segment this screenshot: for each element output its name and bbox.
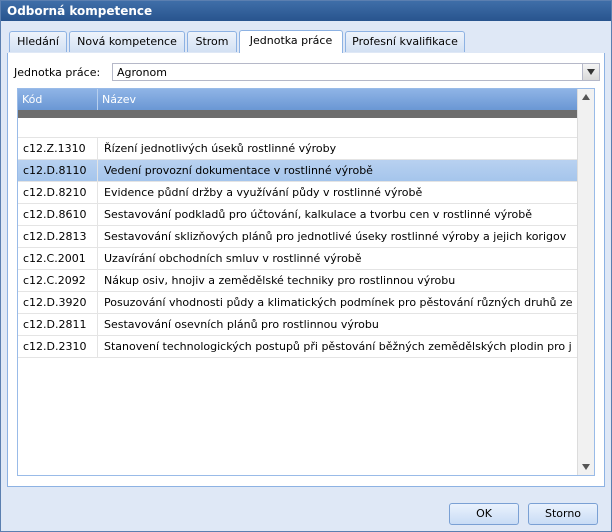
cell-nazev: Sestavování sklizňových plánů pro jednot… (104, 230, 567, 243)
cell-nazev: Evidence půdní držby a využívání půdy v … (104, 186, 423, 199)
tab-jednotka-prace[interactable]: Jednotka práce (239, 30, 343, 53)
dialog-window: Odborná kompetence Hledání Nová kompeten… (0, 0, 612, 532)
table-row[interactable]: c12.D.8610 Sestavování podkladů pro účtov… (18, 204, 579, 226)
cell-nazev: Nákup osiv, hnojiv a zemědělské techniky… (104, 274, 456, 287)
cell-nazev: Vedení provozní dokumentace v rostlinné … (104, 164, 373, 177)
dialog-title: Odborná kompetence (1, 1, 611, 21)
tab-panel: Jednotka práce: Agronom Kód Název c12.Z.… (7, 53, 605, 487)
cell-kod: c12.D.8210 (18, 182, 98, 203)
vertical-scrollbar[interactable] (577, 89, 594, 475)
cell-nazev: Stanovení technologických postupů při pě… (104, 340, 572, 353)
filter-row (18, 110, 579, 118)
tab-strom[interactable]: Strom (187, 31, 237, 52)
competence-grid: Kód Název c12.Z.1310 Řízení jednotlivých … (17, 88, 595, 476)
table-row[interactable]: c12.C.2001 Uzavírání obchodních smluv v r… (18, 248, 579, 270)
table-row[interactable]: c12.D.8110 Vedení provozní dokumentace v … (18, 160, 579, 182)
jednotka-prace-label: Jednotka práce: (14, 66, 101, 79)
cell-kod: c12.Z.1310 (18, 138, 98, 159)
chevron-down-icon[interactable] (582, 64, 599, 80)
column-header-nazev[interactable]: Název (98, 89, 579, 110)
table-row[interactable]: c12.C.2092 Nákup osiv, hnojiv a zemědělsk… (18, 270, 579, 292)
cell-kod: c12.D.3920 (18, 292, 98, 313)
jednotka-prace-combo[interactable]: Agronom (112, 63, 600, 81)
cell-nazev: Posuzování vhodnosti půdy a klimatických… (104, 296, 573, 309)
cell-kod: c12.D.8110 (18, 160, 98, 181)
table-row[interactable]: c12.D.8210 Evidence půdní držby a využívá… (18, 182, 579, 204)
table-row[interactable]: c12.Z.1310 Řízení jednotlivých úseků rost… (18, 138, 579, 160)
grid-header: Kód Název (18, 89, 579, 110)
tab-profesni-kvalifikace[interactable]: Profesní kvalifikace (345, 31, 465, 52)
cell-nazev: Řízení jednotlivých úseků rostlinné výro… (104, 142, 337, 155)
table-row[interactable]: c12.D.2310 Stanovení technologických post… (18, 336, 579, 358)
table-row[interactable]: c12.D.2811 Sestavování osevních plánů pro… (18, 314, 579, 336)
grid-rows: c12.Z.1310 Řízení jednotlivých úseků rost… (18, 118, 579, 358)
cell-kod: c12.D.2813 (18, 226, 98, 247)
cell-nazev: Uzavírání obchodních smluv v rostlinné v… (104, 252, 362, 265)
cell-kod: c12.C.2001 (18, 248, 98, 269)
ok-button[interactable]: OK (449, 503, 519, 525)
empty-row (18, 118, 579, 138)
cell-nazev: Sestavování podkladů pro účtování, kalku… (104, 208, 532, 221)
cell-kod: c12.C.2092 (18, 270, 98, 291)
tab-nova-kompetence[interactable]: Nová kompetence (69, 31, 185, 52)
cell-kod: c12.D.2310 (18, 336, 98, 357)
table-row[interactable]: c12.D.2813 Sestavování sklizňových plánů … (18, 226, 579, 248)
tab-strip: Hledání Nová kompetence Strom Jednotka p… (7, 29, 605, 54)
cell-nazev: Sestavování osevních plánů pro rostlinno… (104, 318, 379, 331)
table-row[interactable]: c12.D.3920 Posuzování vhodnosti půdy a kl… (18, 292, 579, 314)
cancel-button[interactable]: Storno (528, 503, 598, 525)
column-header-kod[interactable]: Kód (18, 89, 98, 110)
tab-hledani[interactable]: Hledání (9, 31, 67, 52)
scroll-down-icon[interactable] (578, 459, 594, 475)
jednotka-prace-value: Agronom (117, 66, 167, 79)
cell-kod: c12.D.2811 (18, 314, 98, 335)
cell-kod: c12.D.8610 (18, 204, 98, 225)
scroll-up-icon[interactable] (578, 89, 594, 105)
